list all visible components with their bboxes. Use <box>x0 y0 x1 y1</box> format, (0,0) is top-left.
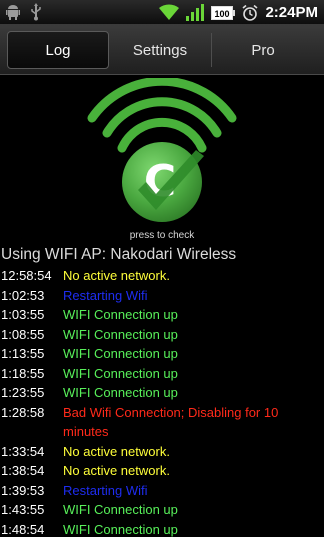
usb-icon <box>31 3 41 21</box>
log-entry: 1:08:55 WIFI Connection up <box>1 325 323 345</box>
log-entry: 12:58:54 No active network. <box>1 266 323 286</box>
log-message: Restarting Wifi <box>63 287 148 303</box>
log-message: WIFI Connection up <box>63 326 178 342</box>
log-time: 1:13:55 <box>1 346 45 361</box>
log-message: WIFI Connection up <box>63 502 178 517</box>
log-time: 1:08:55 <box>1 326 45 342</box>
log-entry: 1:03:55 WIFI Connection up <box>1 305 323 325</box>
cell-signal-icon <box>186 4 205 21</box>
alarm-icon <box>242 4 258 21</box>
log-entry: 1:23:55 WIFI Connection up <box>1 383 323 403</box>
access-point-label: Using WIFI AP: Nakodari Wireless <box>1 246 237 263</box>
tab-settings[interactable]: Settings <box>109 31 211 69</box>
log-time: 1:03:55 <box>1 307 45 322</box>
log-message: No active network. <box>63 463 170 478</box>
tab-pro[interactable]: Pro <box>212 31 314 69</box>
log-time: 1:38:54 <box>1 463 45 478</box>
log-entry: 1:18:55 WIFI Connection up <box>1 364 323 384</box>
log-time: 1:48:54 <box>1 521 45 537</box>
wifi-signal-icon <box>159 4 180 21</box>
log-entry: 1:39:53 Restarting Wifi <box>1 481 323 501</box>
log-time: 1:23:55 <box>1 385 45 400</box>
log-entry: 1:48:54 WIFI Connection up <box>1 520 323 537</box>
log-message: WIFI Connection up <box>63 307 178 322</box>
log-time: 1:28:58 <box>1 404 45 420</box>
log-entry: 1:28:58 Bad Wifi Connection; Disabling fo… <box>1 403 323 442</box>
log-entry: 1:43:55 WIFI Connection up <box>1 500 323 520</box>
status-bar: 100 2:24PM <box>0 0 324 25</box>
log-entry: 1:38:54 No active network. <box>1 461 323 481</box>
clock: 2:24PM <box>265 4 318 21</box>
log-time: 1:18:55 <box>1 365 45 381</box>
battery-icon: 100 <box>211 5 236 20</box>
log-entry: 1:13:55 WIFI Connection up <box>1 344 323 364</box>
log-message: No active network. <box>63 268 170 283</box>
tab-bar: Log Settings Pro <box>0 25 324 75</box>
log-list: 12:58:54 No active network. 1:02:53 Restart… <box>1 266 323 537</box>
log-message: Bad Wifi Connection; Disabling for 10 mi… <box>63 404 279 440</box>
tab-log[interactable]: Log <box>7 31 109 69</box>
check-connection-button[interactable]: C <box>0 78 324 243</box>
log-message: WIFI Connection up <box>63 365 178 381</box>
log-time: 1:33:54 <box>1 443 45 459</box>
press-to-check-hint: press to check <box>129 230 195 241</box>
log-entry: 1:33:54 No active network. <box>1 442 323 462</box>
log-time: 1:02:53 <box>1 287 45 303</box>
log-message: No active network. <box>63 443 170 459</box>
log-time: 1:39:53 <box>1 482 45 498</box>
log-time: 1:43:55 <box>1 502 45 517</box>
log-entry: 1:02:53 Restarting Wifi <box>1 286 323 306</box>
log-message: WIFI Connection up <box>63 385 178 400</box>
log-time: 12:58:54 <box>1 268 52 283</box>
wifi-check-logo: C <box>87 78 237 222</box>
log-message: Restarting Wifi <box>63 482 148 498</box>
svg-text:100: 100 <box>215 9 230 19</box>
android-debug-icon <box>6 5 20 20</box>
log-message: WIFI Connection up <box>63 346 178 361</box>
log-message: WIFI Connection up <box>63 521 178 537</box>
